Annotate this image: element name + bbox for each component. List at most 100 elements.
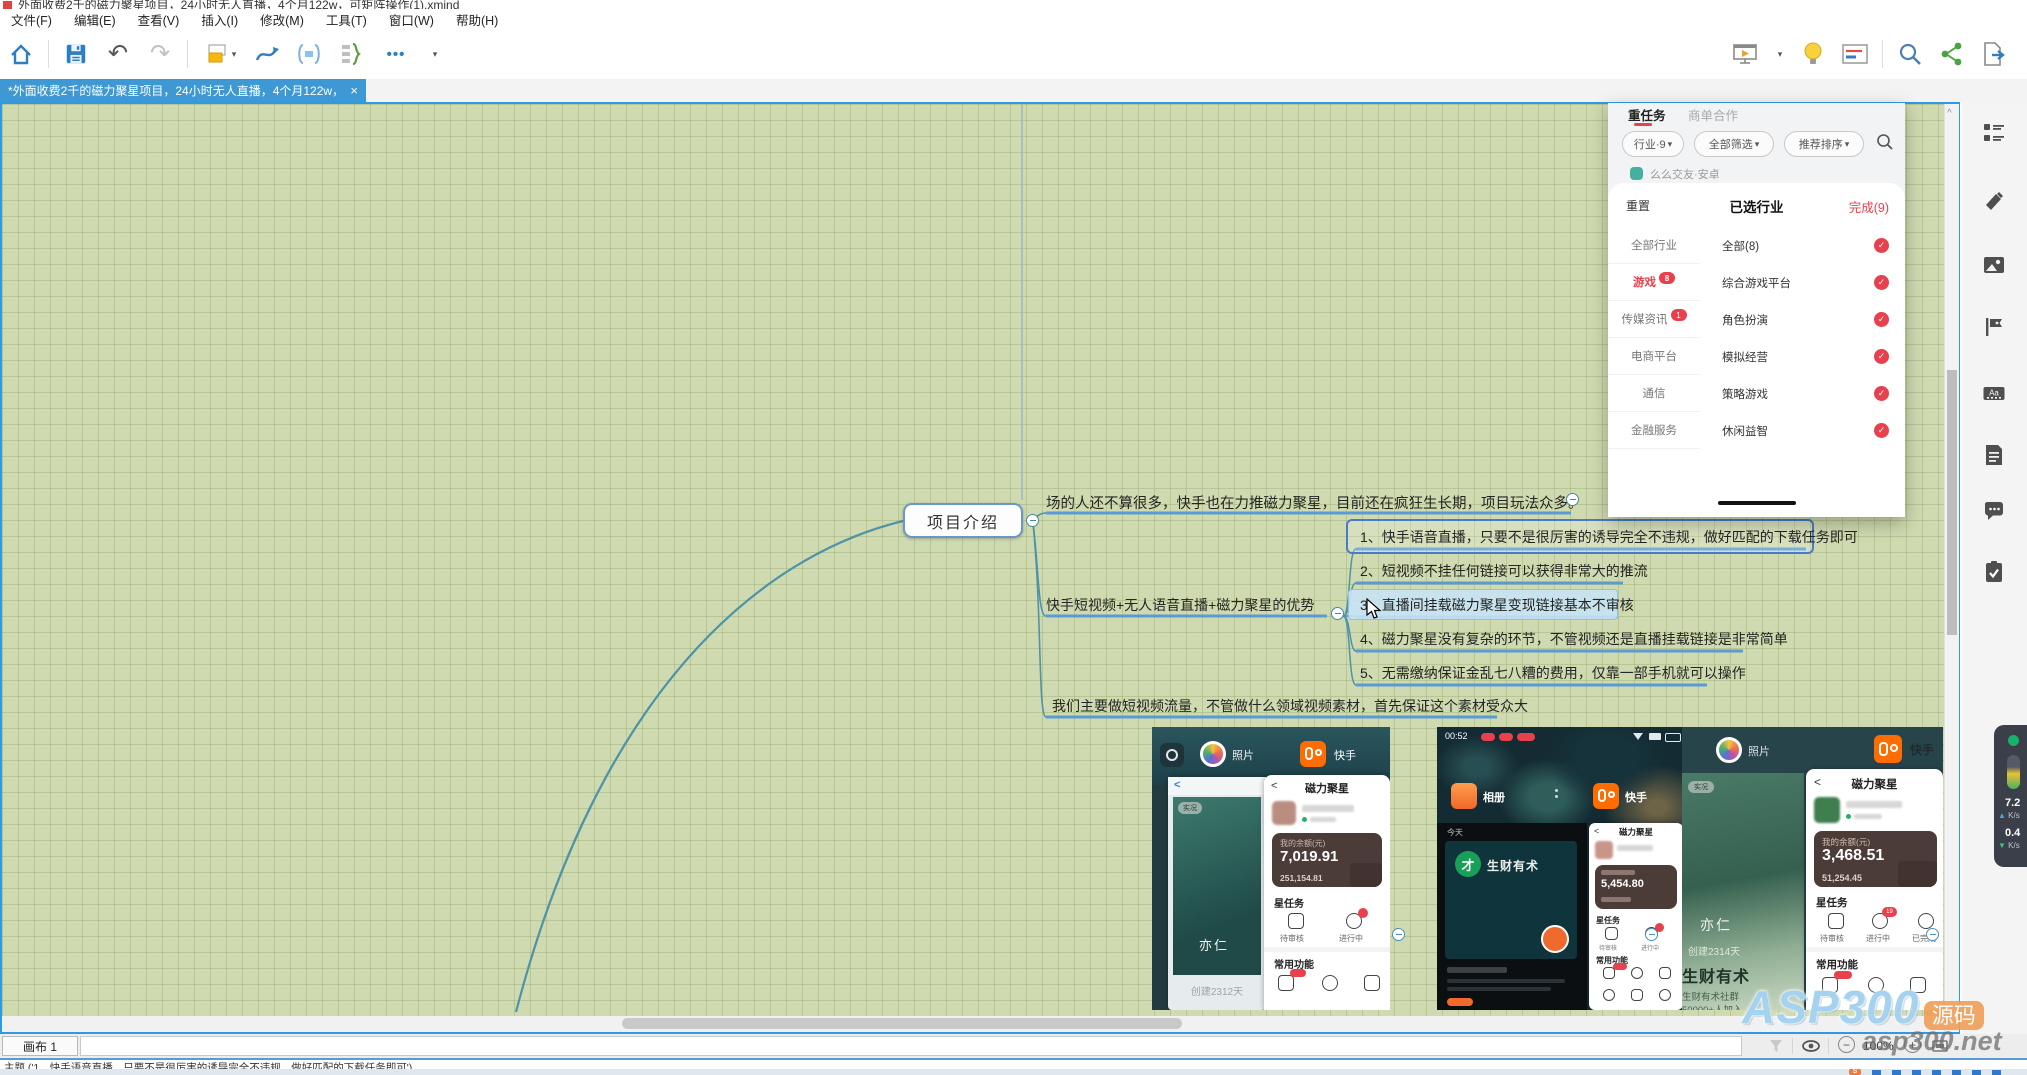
task-clipboard-icon[interactable]	[1983, 560, 2005, 584]
filter-chip-sort[interactable]: 推荐排序▾	[1784, 131, 1864, 157]
save-button[interactable]	[59, 37, 93, 71]
summary-button[interactable]	[334, 37, 368, 71]
slide-notes-button[interactable]	[1838, 37, 1872, 71]
sheet-tab-strip[interactable]	[80, 1036, 1742, 1056]
eye-icon[interactable]	[1802, 1038, 1820, 1054]
topic-advantage-item-1[interactable]: 1、快手语音直播，只要不是很厉害的诱导完全不违规，做好匹配的下载任务即可	[1360, 527, 1858, 547]
present-button[interactable]	[1728, 37, 1762, 71]
layout-button[interactable]: ▾	[198, 37, 242, 71]
magnet-star-card: < 磁力聚星 我的余额(元) 3,468.51 51,254.45 星任务 待审…	[1806, 769, 1943, 1010]
toolbar-expand-button[interactable]: ▾	[424, 37, 444, 71]
option-roleplay[interactable]: 角色扮演 ✓	[1700, 301, 1905, 338]
collapse-toggle[interactable]	[1645, 928, 1658, 941]
horizontal-scrollbar[interactable]	[2, 1016, 1944, 1032]
topic-advantage[interactable]: 快手短视频+无人语音直播+磁力聚星的优势	[1046, 595, 1314, 615]
filter-sheet-image[interactable]: 重任务 商单合作 行业·9▾ 全部筛选▾ 推荐排序▾ 么么交友·安卓 重置 已选…	[1608, 103, 1905, 517]
check-icon[interactable]: ✓	[1874, 349, 1889, 364]
export-icon	[1980, 41, 2008, 67]
style-brush-icon[interactable]	[1983, 190, 2005, 212]
menu-view[interactable]: 查看(V)	[127, 10, 191, 29]
more-tools-button[interactable]: •••	[376, 37, 416, 71]
export-button[interactable]	[1977, 37, 2011, 71]
filter-funnel-icon[interactable]	[1768, 1038, 1784, 1054]
filter-chip-industry[interactable]: 行业·9▾	[1622, 131, 1684, 157]
search-button[interactable]	[1893, 37, 1927, 71]
image-icon[interactable]	[1983, 254, 2005, 276]
check-icon[interactable]: ✓	[1874, 423, 1889, 438]
undo-button[interactable]: ↶	[101, 37, 135, 71]
menu-edit[interactable]: 编辑(E)	[63, 10, 127, 29]
industry-menu-game[interactable]: 游戏8	[1608, 264, 1700, 301]
phone-screenshot-3[interactable]: 照片 快手 实况 亦仁 创建2314天 生财有术 生财有术社群 50000+人加…	[1682, 727, 1943, 1010]
fit-screen-icon[interactable]	[1932, 1038, 1948, 1054]
collapse-toggle[interactable]	[1566, 493, 1579, 506]
relationship-button[interactable]	[250, 37, 284, 71]
balance-card: 我的余额(元) 3,468.51 51,254.45	[1814, 831, 1937, 887]
done-button[interactable]: 完成(9)	[1849, 197, 1889, 216]
menu-insert[interactable]: 插入(I)	[190, 10, 249, 29]
notes-icon[interactable]	[1983, 444, 2005, 466]
menu-tools[interactable]: 工具(T)	[315, 10, 378, 29]
menu-label: 全部行业	[1631, 237, 1677, 253]
option-casual[interactable]: 休闲益智✓	[1700, 412, 1905, 449]
home-button[interactable]	[4, 37, 38, 71]
filter-chip-all[interactable]: 全部筛选▾	[1694, 131, 1774, 157]
sheet-tab-inactive[interactable]: 商单合作	[1688, 105, 1738, 124]
close-icon[interactable]: ×	[350, 83, 358, 98]
check-icon[interactable]: ✓	[1874, 386, 1889, 401]
topic-strategy[interactable]: 我们主要做短视频流量，不管做什么领域视频素材，首先保证这个素材受众大	[1052, 696, 1528, 716]
idea-button[interactable]	[1796, 37, 1830, 71]
redo-button[interactable]: ↷	[143, 37, 177, 71]
document-tab[interactable]: *外面收费2千的磁力聚星项目，24小时无人直播，4个月122w，可矩阵操作(1)…	[0, 79, 366, 102]
zoom-out-button[interactable]: −	[1838, 1036, 1855, 1053]
label-aa-icon[interactable]: Aa	[1983, 382, 2005, 404]
phone-screenshot-2[interactable]: 00:52 相册 快手 今天 才 生财有术 < 磁力聚星 5,454.80	[1437, 727, 1683, 1010]
option-label: 角色扮演	[1722, 312, 1768, 328]
collapse-toggle[interactable]	[1331, 607, 1344, 620]
topic-advantage-item-3[interactable]: 3、直播间挂载磁力聚星变现链接基本不审核	[1360, 595, 1634, 615]
horizontal-scroll-thumb[interactable]	[622, 1018, 1182, 1029]
sheet-tab-active[interactable]: 重任务	[1628, 105, 1666, 124]
network-monitor-widget[interactable]: 7.2 ▲ K/s 0.4 ▼ K/s	[1994, 725, 2027, 867]
menu-window[interactable]: 窗口(W)	[378, 10, 445, 29]
topic-advantage-item-2[interactable]: 2、短视频不挂任何链接可以获得非常大的推流	[1360, 561, 1648, 581]
search-icon[interactable]	[1876, 133, 1894, 151]
progress-badge-count: 19	[1886, 909, 1893, 915]
industry-menu-media[interactable]: 传媒资讯1	[1608, 301, 1700, 338]
canvas-sheet-tab[interactable]: 画布 1	[2, 1036, 78, 1056]
vertical-scroll-thumb[interactable]	[1947, 370, 1957, 635]
industry-menu-all[interactable]: 全部行业	[1608, 227, 1700, 264]
flag-marker-icon[interactable]	[1983, 316, 2005, 338]
industry-menu-ecommerce[interactable]: 电商平台	[1608, 338, 1700, 375]
collapse-toggle[interactable]	[1392, 928, 1405, 941]
industry-menu-telecom[interactable]: 通信	[1608, 375, 1700, 412]
check-icon[interactable]: ✓	[1874, 312, 1889, 327]
option-strategy[interactable]: 策略游戏✓	[1700, 375, 1905, 412]
scroll-up-icon[interactable]: ^	[1947, 108, 1952, 119]
topic-market[interactable]: 场的人还不算很多，快手也在力推磁力聚星，目前还在疯狂生长期，项目玩法众多。	[1046, 492, 1583, 513]
menu-file[interactable]: 文件(F)	[0, 10, 63, 29]
option-all[interactable]: 全部(8)✓	[1700, 227, 1905, 264]
vertical-scrollbar[interactable]: ^	[1944, 104, 1959, 1032]
check-icon[interactable]: ✓	[1874, 275, 1889, 290]
present-menu-button[interactable]: ▾	[1770, 37, 1788, 71]
option-simulation[interactable]: 模拟经营✓	[1700, 338, 1905, 375]
menu-help[interactable]: 帮助(H)	[445, 10, 509, 29]
topic-advantage-item-5[interactable]: 5、无需缴纳保证金乱七八糟的费用，仅靠一部手机就可以操作	[1360, 663, 1746, 683]
avatar	[1595, 841, 1613, 859]
phone-screenshot-1[interactable]: 照片 快手 < 实况 亦仁 创建2312天 < 磁力聚星 我的余额(元) 7,0…	[1152, 727, 1390, 1010]
check-icon[interactable]: ✓	[1874, 238, 1889, 253]
menu-modify[interactable]: 修改(M)	[249, 10, 315, 29]
divider	[1828, 1038, 1829, 1054]
zoom-in-button[interactable]: +	[1904, 1036, 1921, 1053]
option-platform[interactable]: 综合游戏平台✓	[1700, 264, 1905, 301]
share-button[interactable]	[1935, 37, 1969, 71]
collapse-toggle[interactable]	[1026, 514, 1039, 527]
collapse-toggle[interactable]	[1926, 928, 1939, 941]
comment-icon[interactable]	[1983, 500, 2005, 522]
industry-menu-finance[interactable]: 金融服务	[1608, 412, 1700, 449]
topic-advantage-item-4[interactable]: 4、磁力聚星没有复杂的环节，不管视频还是直播挂载链接是非常简单	[1360, 629, 1788, 649]
topic-root[interactable]: 项目介绍	[903, 503, 1023, 538]
outline-structure-icon[interactable]	[1983, 122, 2005, 144]
boundary-button[interactable]	[292, 37, 326, 71]
